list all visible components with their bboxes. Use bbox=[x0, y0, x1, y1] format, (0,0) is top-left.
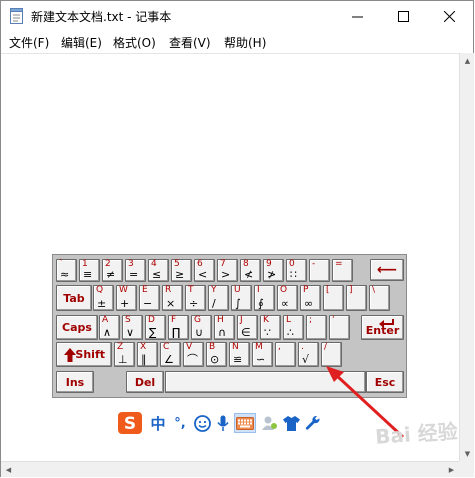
baidu-jingyan-watermark: Bai 经验 bbox=[374, 419, 459, 449]
annotation-arrow bbox=[326, 366, 405, 439]
